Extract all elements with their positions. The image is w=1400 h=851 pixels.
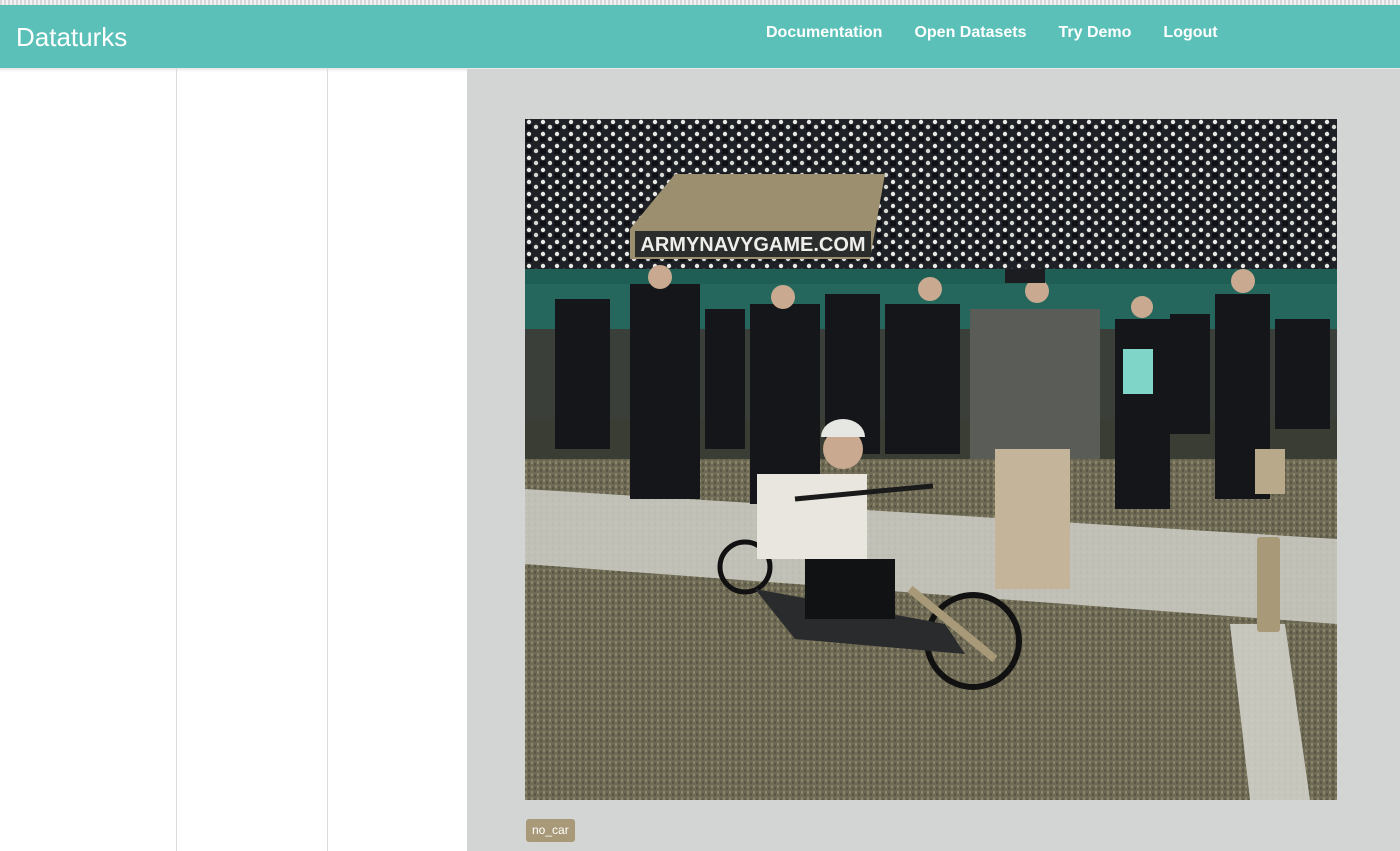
top-navbar: Dataturks Documentation Open Datasets Tr… [0,5,1400,68]
label-tag[interactable]: no_car [526,819,575,842]
brand-logo[interactable]: Dataturks [16,22,127,52]
nav-logout[interactable]: Logout [1163,23,1217,43]
annotation-image[interactable]: ARMYNAVYGAME.COM [525,119,1337,800]
banner-text: ARMYNAVYGAME.COM [640,234,865,256]
image-scroll-handle[interactable] [1257,537,1280,632]
nav-links: Documentation Open Datasets Try Demo Log… [766,23,1250,43]
column-divider [176,68,177,851]
column-divider [327,68,328,851]
nav-documentation[interactable]: Documentation [766,23,882,43]
nav-open-datasets[interactable]: Open Datasets [914,23,1026,43]
nav-try-demo[interactable]: Try Demo [1059,23,1132,43]
